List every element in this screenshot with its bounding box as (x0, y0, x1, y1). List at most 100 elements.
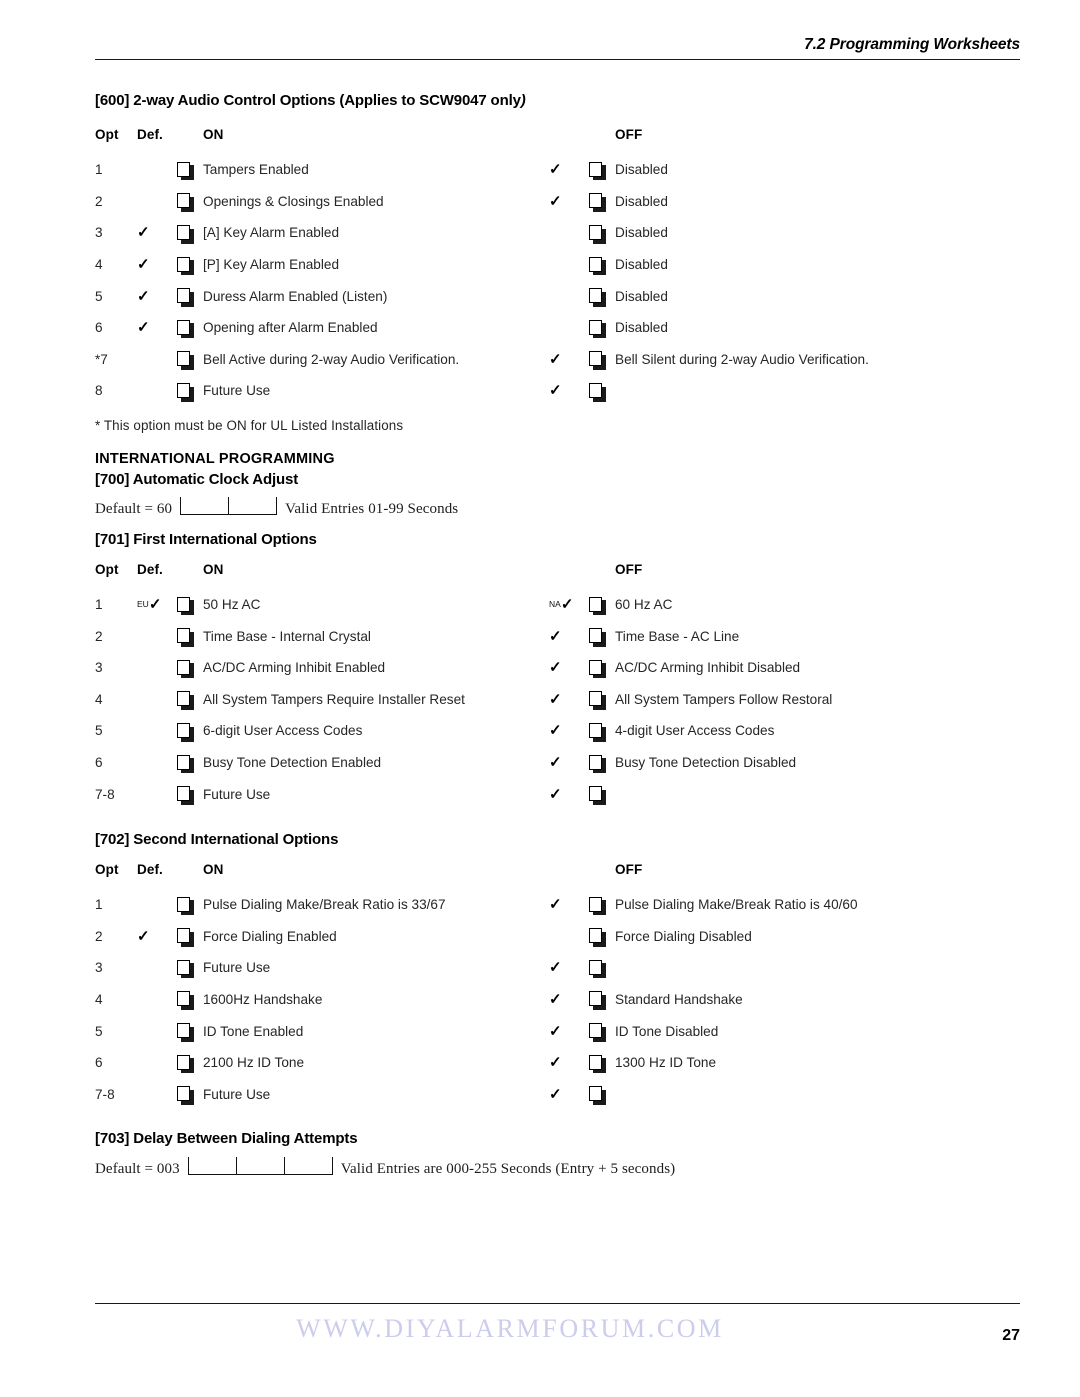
off-checkbox-cell[interactable] (589, 620, 615, 652)
checkbox[interactable] (177, 351, 194, 370)
checkbox[interactable] (589, 351, 606, 370)
off-checkbox-cell[interactable] (589, 921, 615, 953)
off-default-mark: ✓ (549, 1078, 589, 1110)
off-checkbox-cell[interactable] (589, 280, 615, 312)
checkbox[interactable] (177, 628, 194, 647)
on-checkbox-cell[interactable] (177, 684, 203, 716)
table-row: 4 ✓ [P] Key Alarm Enabled Disabled (95, 249, 1020, 281)
checkbox[interactable] (589, 161, 606, 181)
checkbox[interactable] (177, 928, 194, 947)
checkbox[interactable] (589, 596, 606, 616)
entry-cell[interactable] (180, 496, 229, 515)
checkbox[interactable] (589, 722, 606, 742)
checkbox[interactable] (177, 1023, 194, 1042)
on-checkbox-cell[interactable] (177, 1047, 203, 1079)
checkbox[interactable] (177, 288, 194, 307)
off-checkbox-cell[interactable] (589, 652, 615, 684)
on-checkbox-cell[interactable] (177, 344, 203, 376)
off-checkbox-cell[interactable] (589, 778, 615, 810)
option-number: 6 (95, 1055, 103, 1071)
checkbox[interactable] (589, 382, 606, 402)
checkbox[interactable] (589, 628, 606, 647)
on-checkbox-cell[interactable] (177, 589, 203, 621)
checkbox[interactable] (589, 288, 606, 307)
checkbox[interactable] (177, 754, 194, 774)
checkbox[interactable] (589, 1086, 606, 1105)
checkbox[interactable] (589, 1023, 606, 1042)
on-checkbox-cell[interactable] (177, 186, 203, 218)
checkbox[interactable] (177, 193, 194, 212)
off-checkbox-cell[interactable] (589, 984, 615, 1016)
checkbox[interactable] (177, 959, 194, 979)
entry-field-700[interactable] (180, 496, 278, 515)
off-checkbox-cell[interactable] (589, 375, 615, 407)
checkbox[interactable] (177, 1054, 194, 1074)
checkbox[interactable] (177, 161, 194, 181)
checkbox[interactable] (177, 786, 194, 805)
checkbox[interactable] (177, 896, 194, 916)
on-checkbox-cell[interactable] (177, 217, 203, 249)
on-checkbox-cell[interactable] (177, 889, 203, 921)
off-checkbox-cell[interactable] (589, 1015, 615, 1047)
entry-cell[interactable] (187, 1157, 237, 1176)
off-checkbox-cell[interactable] (589, 217, 615, 249)
on-checkbox-cell[interactable] (177, 952, 203, 984)
checkbox[interactable] (589, 224, 606, 244)
checkbox[interactable] (177, 256, 194, 276)
off-checkbox-cell[interactable] (589, 249, 615, 281)
checkbox[interactable] (589, 691, 606, 710)
on-checkbox-cell[interactable] (177, 280, 203, 312)
checkbox[interactable] (177, 596, 194, 616)
on-checkbox-cell[interactable] (177, 375, 203, 407)
entry-field-703[interactable] (187, 1157, 333, 1176)
checkbox[interactable] (589, 928, 606, 947)
on-checkbox-cell[interactable] (177, 778, 203, 810)
on-checkbox-cell[interactable] (177, 921, 203, 953)
on-checkbox-cell[interactable] (177, 154, 203, 186)
checkbox[interactable] (589, 319, 606, 339)
off-checkbox-cell[interactable] (589, 1047, 615, 1079)
header-title: 7.2 Programming Worksheets (804, 36, 1020, 53)
checkbox[interactable] (177, 224, 194, 244)
checkbox[interactable] (589, 1054, 606, 1074)
off-checkbox-cell[interactable] (589, 952, 615, 984)
off-checkbox-cell[interactable] (589, 715, 615, 747)
checkbox[interactable] (177, 691, 194, 710)
entry-cell[interactable] (228, 496, 278, 515)
checkbox[interactable] (177, 722, 194, 742)
on-checkbox-cell[interactable] (177, 984, 203, 1016)
checkbox[interactable] (589, 193, 606, 212)
checkbox[interactable] (589, 754, 606, 774)
checkbox[interactable] (177, 319, 194, 339)
checkbox[interactable] (177, 659, 194, 679)
on-checkbox-cell[interactable] (177, 652, 203, 684)
on-checkbox-cell[interactable] (177, 312, 203, 344)
off-checkbox-cell[interactable] (589, 344, 615, 376)
off-checkbox-cell[interactable] (589, 1078, 615, 1110)
off-checkbox-cell[interactable] (589, 186, 615, 218)
checkbox[interactable] (177, 1086, 194, 1105)
on-checkbox-cell[interactable] (177, 1015, 203, 1047)
on-checkbox-cell[interactable] (177, 1078, 203, 1110)
off-checkbox-cell[interactable] (589, 684, 615, 716)
checkbox[interactable] (177, 991, 194, 1011)
checkbox[interactable] (589, 659, 606, 679)
on-checkbox-cell[interactable] (177, 620, 203, 652)
checkbox[interactable] (589, 896, 606, 916)
off-checkbox-cell[interactable] (589, 747, 615, 779)
table-row: 5 6-digit User Access Codes ✓ 4-digit Us… (95, 715, 1020, 747)
on-checkbox-cell[interactable] (177, 747, 203, 779)
off-checkbox-cell[interactable] (589, 154, 615, 186)
entry-cell[interactable] (235, 1157, 285, 1176)
on-checkbox-cell[interactable] (177, 715, 203, 747)
checkbox[interactable] (589, 256, 606, 276)
checkbox[interactable] (589, 959, 606, 979)
checkbox[interactable] (177, 382, 194, 402)
off-checkbox-cell[interactable] (589, 889, 615, 921)
on-checkbox-cell[interactable] (177, 249, 203, 281)
off-checkbox-cell[interactable] (589, 589, 615, 621)
checkbox[interactable] (589, 786, 606, 805)
checkbox[interactable] (589, 991, 606, 1011)
off-checkbox-cell[interactable] (589, 312, 615, 344)
entry-cell[interactable] (283, 1157, 333, 1176)
